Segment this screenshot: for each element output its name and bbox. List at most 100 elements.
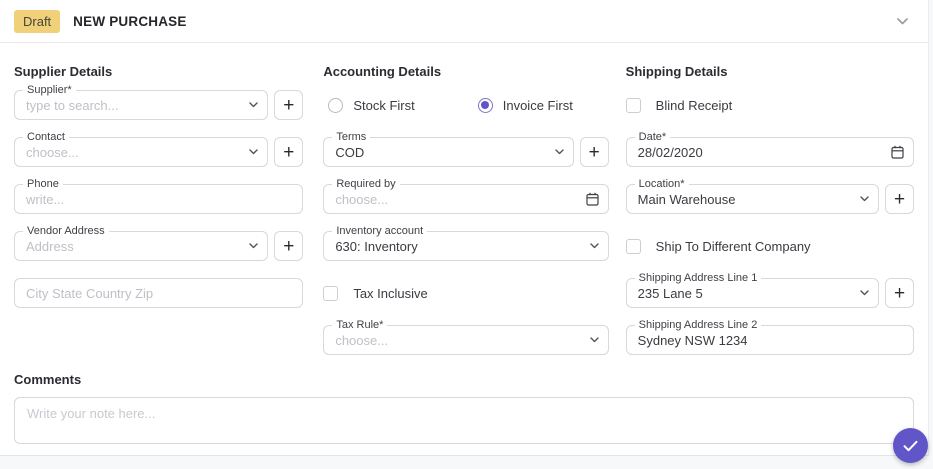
terms-select[interactable]: Terms COD	[323, 137, 573, 167]
inventory-account-row: Inventory account 630: Inventory	[323, 231, 608, 261]
tax-inclusive-row: Tax Inclusive	[323, 278, 608, 308]
contact-placeholder: choose...	[26, 145, 243, 160]
phone-label: Phone	[23, 178, 63, 191]
date-datepicker[interactable]: Date* 28/02/2020	[626, 137, 914, 167]
required-by-label: Required by	[332, 178, 399, 191]
phone-row: Phone	[14, 184, 303, 214]
shipping-address-line-2-field[interactable]: Shipping Address Line 2 Sydney NSW 1234	[626, 325, 914, 355]
required-by-placeholder: choose...	[335, 192, 579, 207]
shipping-address-line-2-row: Shipping Address Line 2 Sydney NSW 1234	[626, 325, 914, 355]
workflow-radio-group: Stock First Invoice First	[323, 90, 608, 120]
city-state-zip-input[interactable]	[26, 286, 293, 301]
shipping-address-line-1-select[interactable]: Shipping Address Line 1 235 Lane 5	[626, 278, 879, 308]
chevron-down-icon	[897, 18, 908, 25]
date-row: Date* 28/02/2020	[626, 137, 914, 167]
supplier-details-column: Supplier Details Supplier* type to searc…	[14, 65, 303, 355]
city-state-zip-field[interactable]	[14, 278, 303, 308]
add-contact-button[interactable]: +	[274, 137, 303, 167]
shipping-address-line-1-row: Shipping Address Line 1 235 Lane 5 +	[626, 278, 914, 308]
section-title-shipping: Shipping Details	[626, 65, 914, 79]
add-location-button[interactable]: +	[885, 184, 914, 214]
comments-section: Comments	[0, 355, 928, 444]
tax-inclusive-checkbox[interactable]	[323, 286, 338, 301]
add-vendor-address-button[interactable]: +	[274, 231, 303, 261]
form-columns: Supplier Details Supplier* type to searc…	[0, 43, 928, 355]
location-row: Location* Main Warehouse +	[626, 184, 914, 214]
chevron-down-icon[interactable]	[249, 149, 258, 155]
invoice-first-radio[interactable]	[478, 98, 493, 113]
vendor-address-label: Vendor Address	[23, 225, 109, 238]
tax-rule-placeholder: choose...	[335, 333, 583, 348]
collapse-section-button[interactable]	[895, 14, 909, 28]
invoice-first-option[interactable]: Invoice First	[478, 98, 573, 113]
chevron-down-icon[interactable]	[860, 290, 869, 296]
tax-inclusive-label: Tax Inclusive	[353, 286, 427, 301]
date-label: Date*	[635, 131, 671, 144]
supplier-select[interactable]: Supplier* type to search...	[14, 90, 268, 120]
header: Draft NEW PURCHASE	[0, 0, 928, 43]
calendar-icon[interactable]	[586, 192, 599, 206]
location-select[interactable]: Location* Main Warehouse	[626, 184, 879, 214]
blind-receipt-checkbox[interactable]	[626, 98, 641, 113]
ship-to-different-company-row: Ship To Different Company	[626, 231, 914, 261]
shipping-address-line-1-label: Shipping Address Line 1	[635, 272, 762, 285]
ship-to-different-company-label: Ship To Different Company	[656, 239, 811, 254]
blind-receipt-label: Blind Receipt	[656, 98, 733, 113]
accounting-details-column: Accounting Details Stock First Invoice F…	[323, 65, 608, 355]
add-shipping-address-button[interactable]: +	[885, 278, 914, 308]
chevron-down-icon[interactable]	[249, 243, 258, 249]
contact-row: Contact choose... +	[14, 137, 303, 167]
blind-receipt-row: Blind Receipt	[626, 90, 914, 120]
terms-label: Terms	[332, 131, 370, 144]
vendor-address-select[interactable]: Vendor Address Address	[14, 231, 268, 261]
location-value: Main Warehouse	[638, 192, 854, 207]
chevron-down-icon[interactable]	[555, 149, 564, 155]
inventory-account-value: 630: Inventory	[335, 239, 583, 254]
status-badge: Draft	[14, 10, 60, 33]
city-state-zip-row	[14, 278, 303, 308]
date-value: 28/02/2020	[638, 145, 885, 160]
supplier-row: Supplier* type to search... +	[14, 90, 303, 120]
inventory-account-select[interactable]: Inventory account 630: Inventory	[323, 231, 608, 261]
stock-first-option[interactable]: Stock First	[328, 98, 414, 113]
chevron-down-icon[interactable]	[249, 102, 258, 108]
invoice-first-label: Invoice First	[503, 98, 573, 113]
supplier-label: Supplier*	[23, 84, 76, 97]
add-supplier-button[interactable]: +	[274, 90, 303, 120]
shipping-address-line-1-value: 235 Lane 5	[638, 286, 854, 301]
comments-textarea[interactable]	[14, 397, 914, 444]
chevron-down-icon[interactable]	[590, 337, 599, 343]
terms-value: COD	[335, 145, 548, 160]
location-label: Location*	[635, 178, 689, 191]
supplier-placeholder: type to search...	[26, 98, 243, 113]
check-icon	[903, 440, 918, 452]
stock-first-radio[interactable]	[328, 98, 343, 113]
section-title-accounting: Accounting Details	[323, 65, 608, 79]
comments-title: Comments	[14, 373, 914, 387]
required-by-datepicker[interactable]: Required by choose...	[323, 184, 608, 214]
terms-row: Terms COD +	[323, 137, 608, 167]
contact-select[interactable]: Contact choose...	[14, 137, 268, 167]
chevron-down-icon[interactable]	[860, 196, 869, 202]
stock-first-label: Stock First	[353, 98, 414, 113]
add-terms-button[interactable]: +	[580, 137, 609, 167]
new-purchase-card: Draft NEW PURCHASE Supplier Details Supp…	[0, 0, 929, 456]
calendar-icon[interactable]	[891, 145, 904, 159]
chevron-down-icon[interactable]	[590, 243, 599, 249]
contact-label: Contact	[23, 131, 69, 144]
shipping-address-line-2-label: Shipping Address Line 2	[635, 319, 762, 332]
required-by-row: Required by choose...	[323, 184, 608, 214]
tax-rule-row: Tax Rule* choose...	[323, 325, 608, 355]
phone-input[interactable]	[26, 192, 293, 207]
section-title-supplier: Supplier Details	[14, 65, 303, 79]
phone-field[interactable]: Phone	[14, 184, 303, 214]
vendor-address-placeholder: Address	[26, 239, 243, 254]
inventory-account-label: Inventory account	[332, 225, 427, 238]
tax-rule-select[interactable]: Tax Rule* choose...	[323, 325, 608, 355]
shipping-details-column: Shipping Details Blind Receipt Date* 28/…	[626, 65, 914, 355]
shipping-address-line-2-value: Sydney NSW 1234	[638, 333, 904, 348]
ship-to-different-company-checkbox[interactable]	[626, 239, 641, 254]
vendor-address-row: Vendor Address Address +	[14, 231, 303, 261]
save-purchase-button[interactable]	[893, 428, 928, 463]
page-title: NEW PURCHASE	[73, 14, 186, 29]
